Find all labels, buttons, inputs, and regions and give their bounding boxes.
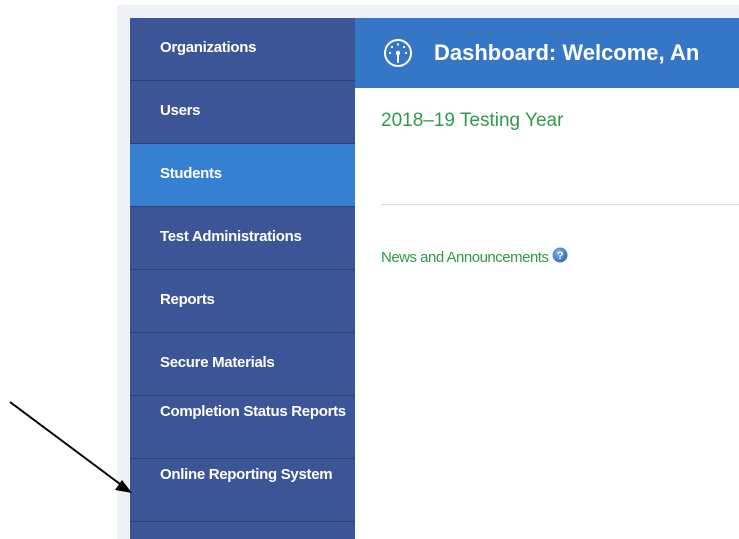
page: Organizations Users Students Test Admini… — [0, 0, 739, 539]
arrow-icon — [9, 401, 132, 493]
